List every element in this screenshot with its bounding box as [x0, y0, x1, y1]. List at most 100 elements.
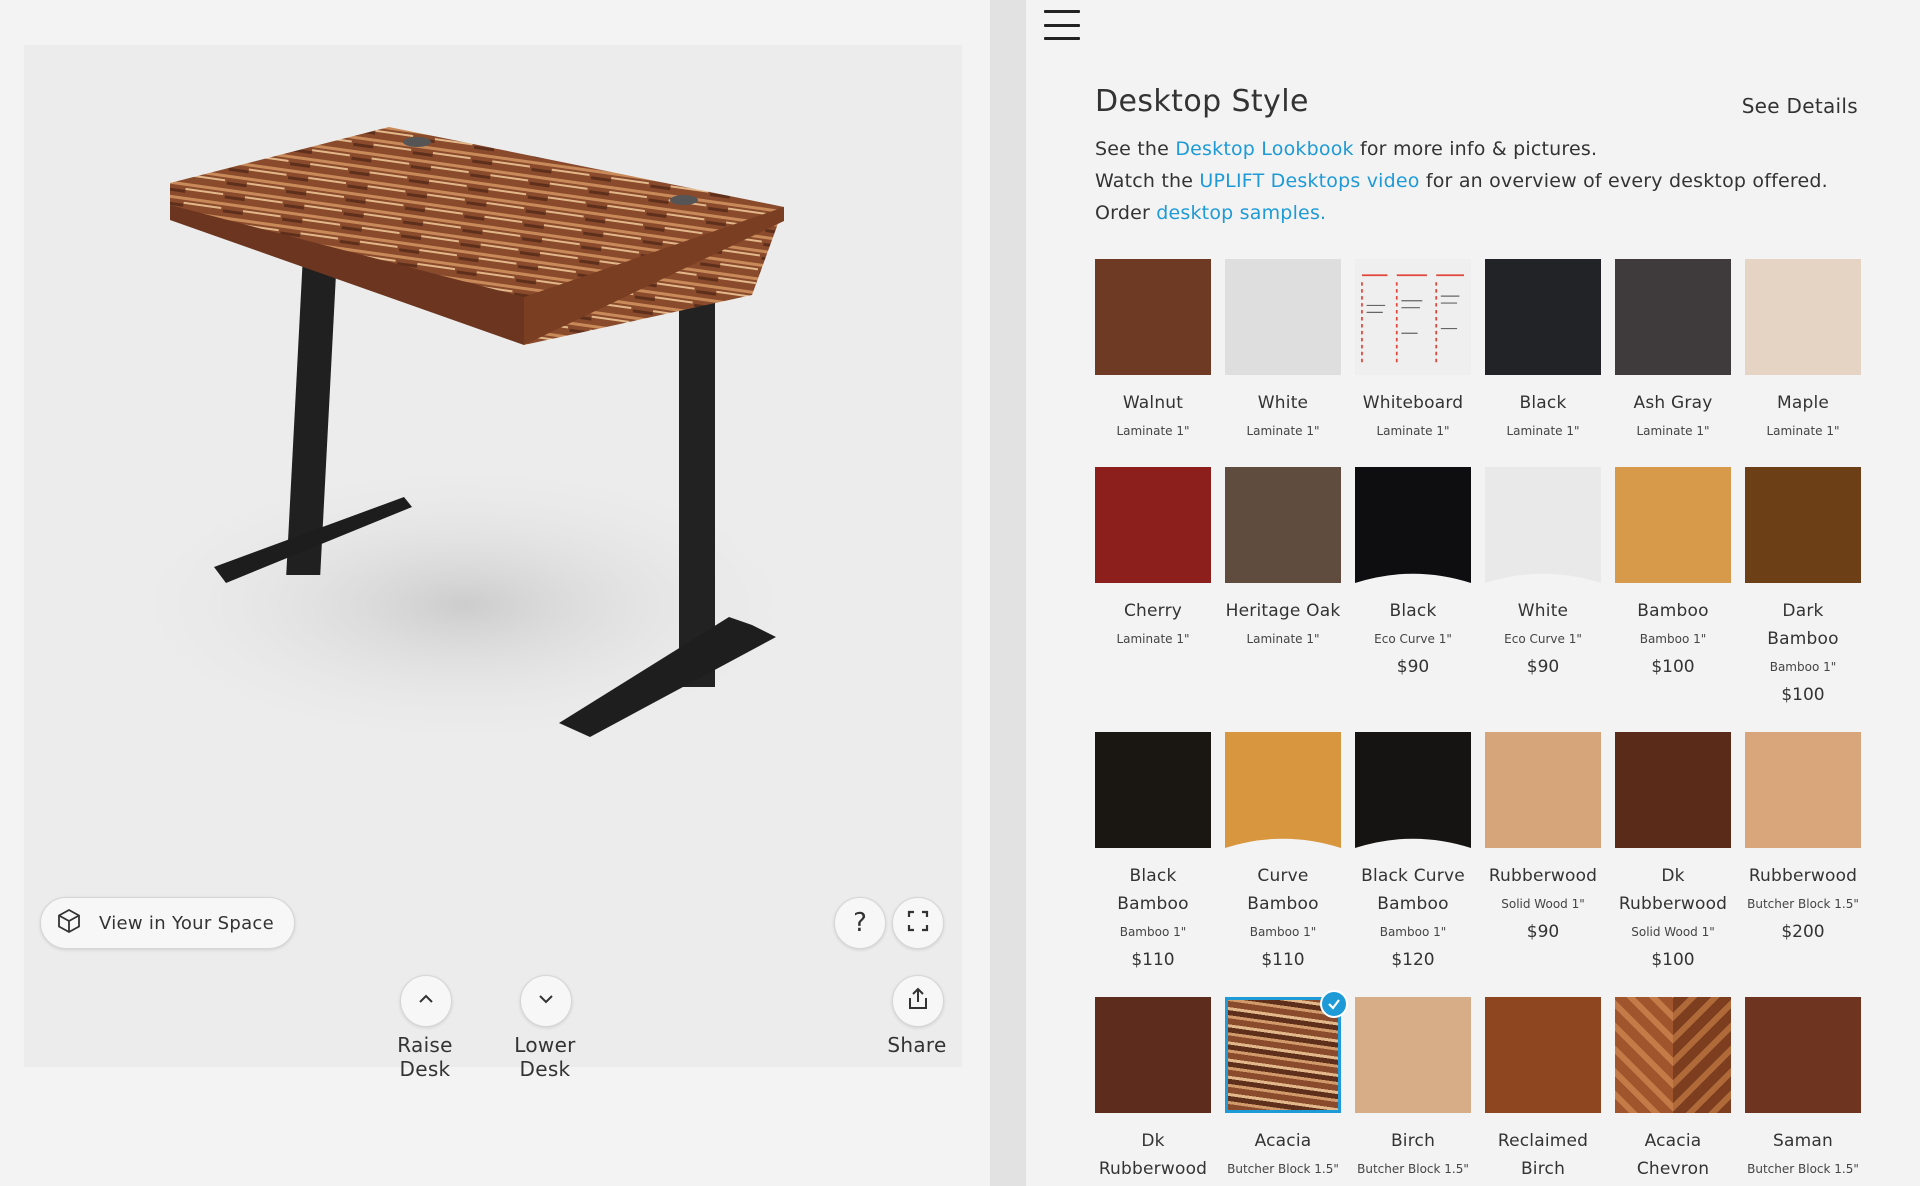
- swatch-material: Laminate 1": [1376, 424, 1450, 438]
- swatch-name: Black Curve Bamboo: [1361, 866, 1465, 914]
- share-button[interactable]: [892, 975, 944, 1027]
- swatch-tile[interactable]: Saman Butcher Block 1.5": [1745, 997, 1861, 1177]
- swatch-tile[interactable]: Dark Bamboo Bamboo 1" $100: [1745, 467, 1861, 705]
- swatch-tile[interactable]: Black Laminate 1": [1485, 259, 1601, 439]
- swatch-name: Dk Rubberwood: [1618, 866, 1728, 914]
- swatch-material: Butcher Block 1.5": [1357, 1162, 1469, 1176]
- help-button[interactable]: ?: [834, 897, 886, 949]
- chevron-up-icon: [415, 988, 437, 1014]
- panel-divider: [990, 0, 1026, 1186]
- swatch-tile[interactable]: Whiteboard Laminate 1": [1355, 259, 1471, 439]
- swatch-image: [1225, 467, 1341, 583]
- swatch-tile[interactable]: Reclaimed Birch: [1485, 997, 1601, 1183]
- swatch-image: [1615, 467, 1731, 583]
- swatch-tile[interactable]: Rubberwood Solid Wood 1" $90: [1485, 732, 1601, 942]
- section-title: Desktop Style: [1095, 84, 1309, 119]
- swatch-price: $90: [1526, 922, 1560, 942]
- swatch-name: Birch: [1390, 1131, 1436, 1151]
- swatch-name: Black: [1519, 393, 1567, 413]
- swatch-name: Dk Rubberwood: [1098, 1131, 1208, 1179]
- swatch-material: Bamboo 1": [1379, 925, 1447, 939]
- swatch-name: Maple: [1776, 393, 1830, 413]
- raise-desk-button[interactable]: [400, 975, 452, 1027]
- swatch-material: Eco Curve 1": [1504, 632, 1582, 646]
- info-text: for more info & pictures.: [1353, 138, 1598, 160]
- hamburger-menu-icon[interactable]: [1044, 10, 1080, 40]
- swatch-tile[interactable]: White Laminate 1": [1225, 259, 1341, 439]
- swatch-tile[interactable]: Heritage Oak Laminate 1": [1225, 467, 1341, 647]
- desktop-samples-link[interactable]: desktop samples.: [1156, 202, 1326, 224]
- swatch-image: [1745, 259, 1861, 375]
- swatch-name: Saman: [1773, 1131, 1833, 1151]
- swatch-name: Walnut: [1122, 393, 1184, 413]
- swatch-image: [1745, 732, 1861, 848]
- swatch-material: Laminate 1": [1116, 632, 1190, 646]
- info-line-samples: Order desktop samples.: [1095, 202, 1326, 224]
- swatch-image: [1615, 997, 1731, 1113]
- swatch-tile[interactable]: Acacia Butcher Block 1.5": [1225, 990, 1348, 1177]
- lower-desk-button[interactable]: [520, 975, 572, 1027]
- swatch-image: [1355, 467, 1471, 583]
- swatch-tile[interactable]: Ash Gray Laminate 1": [1615, 259, 1731, 439]
- swatch-tile[interactable]: Walnut Laminate 1": [1095, 259, 1211, 439]
- swatch-name: Ash Gray: [1633, 393, 1713, 413]
- swatch-tile[interactable]: Black Eco Curve 1" $90: [1355, 467, 1471, 677]
- swatch-name: Rubberwood: [1748, 866, 1858, 886]
- desk-3d-viewer[interactable]: View in Your Space ? Raise Desk Lower De…: [24, 45, 962, 1081]
- swatch-image: [1745, 467, 1861, 583]
- swatch-material: Eco Curve 1": [1374, 632, 1452, 646]
- swatch-tile[interactable]: Birch Butcher Block 1.5": [1355, 997, 1471, 1177]
- swatch-name: Bamboo: [1637, 601, 1709, 621]
- swatch-material: Laminate 1": [1116, 424, 1190, 438]
- swatch-tile[interactable]: Dk Rubberwood Solid Wood 1" $100: [1615, 732, 1731, 970]
- swatch-image: [1615, 259, 1731, 375]
- fullscreen-button[interactable]: [892, 897, 944, 949]
- swatch-price: $200: [1781, 922, 1825, 942]
- swatch-image: [1225, 732, 1341, 848]
- swatch-material: Solid Wood 1": [1631, 925, 1715, 939]
- swatch-tile[interactable]: Bamboo Bamboo 1" $100: [1615, 467, 1731, 677]
- swatch-name: Black: [1389, 601, 1437, 621]
- swatch-tile[interactable]: Cherry Laminate 1": [1095, 467, 1211, 647]
- swatch-name: Heritage Oak: [1225, 601, 1341, 621]
- view-in-your-space-label: View in Your Space: [99, 912, 274, 934]
- swatch-tile[interactable]: Dk Rubberwood: [1095, 997, 1211, 1183]
- see-details-link[interactable]: See Details: [1742, 94, 1858, 118]
- view-in-your-space-button[interactable]: View in Your Space: [40, 897, 295, 949]
- swatch-material: Laminate 1": [1766, 424, 1840, 438]
- desktop-lookbook-link[interactable]: Desktop Lookbook: [1175, 138, 1353, 160]
- swatch-image: [1615, 732, 1731, 848]
- info-text: See the: [1095, 138, 1176, 160]
- swatch-name: Acacia Chevron: [1636, 1131, 1710, 1179]
- swatch-material: Laminate 1": [1246, 424, 1320, 438]
- swatch-material: Butcher Block 1.5": [1747, 1162, 1859, 1176]
- lower-desk-label: Lower Desk: [514, 1033, 576, 1081]
- desk-viewer-panel: View in Your Space ? Raise Desk Lower De…: [0, 0, 990, 1186]
- swatch-image: [1095, 259, 1211, 375]
- swatch-tile[interactable]: Rubberwood Butcher Block 1.5" $200: [1745, 732, 1861, 942]
- swatch-material: Laminate 1": [1506, 424, 1580, 438]
- swatch-price: $110: [1261, 950, 1305, 970]
- swatch-name: Rubberwood: [1488, 866, 1598, 886]
- swatch-price: $100: [1781, 685, 1825, 705]
- swatch-name: White: [1517, 601, 1569, 621]
- info-line-lookbook: See the Desktop Lookbook for more info &…: [1095, 138, 1597, 160]
- swatch-name: White: [1257, 393, 1309, 413]
- swatch-price: $90: [1396, 657, 1430, 677]
- swatch-tile[interactable]: White Eco Curve 1" $90: [1485, 467, 1601, 677]
- swatch-tile[interactable]: Curve Bamboo Bamboo 1" $110: [1225, 732, 1341, 970]
- swatch-tile[interactable]: Black Bamboo Bamboo 1" $110: [1095, 732, 1211, 970]
- swatch-name: Whiteboard: [1362, 393, 1464, 413]
- share-icon: [905, 986, 931, 1016]
- swatch-tile[interactable]: Maple Laminate 1": [1745, 259, 1861, 439]
- question-mark-icon: ?: [853, 908, 867, 938]
- swatch-image: [1095, 997, 1211, 1113]
- swatch-image: [1355, 997, 1471, 1113]
- selected-check-icon: [1320, 990, 1348, 1018]
- swatch-tile[interactable]: Black Curve Bamboo Bamboo 1" $120: [1355, 732, 1471, 970]
- swatch-tile[interactable]: Acacia Chevron: [1615, 997, 1731, 1183]
- swatch-material: Bamboo 1": [1769, 660, 1837, 674]
- uplift-desktops-video-link[interactable]: UPLIFT Desktops video: [1199, 170, 1419, 192]
- swatch-name: Curve Bamboo: [1247, 866, 1319, 914]
- swatch-image: [1485, 259, 1601, 375]
